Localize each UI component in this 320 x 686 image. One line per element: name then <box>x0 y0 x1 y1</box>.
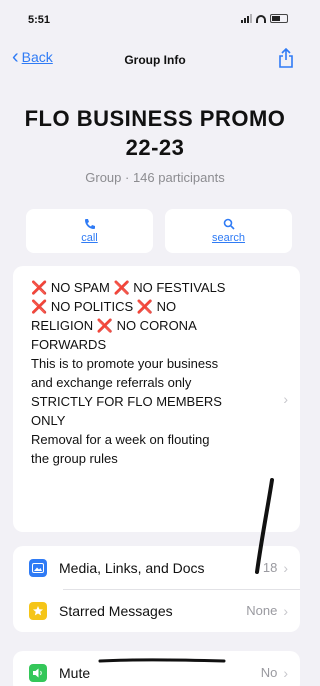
phone-icon <box>84 219 95 229</box>
chevron-right-icon: › <box>283 602 288 619</box>
group-description[interactable]: ❌ NO SPAM ❌ NO FESTIVALS ❌ NO POLITICS ❌… <box>13 266 300 532</box>
mute-label: Mute <box>59 664 91 681</box>
share-icon[interactable] <box>278 48 294 68</box>
page-title: Group Info <box>124 53 186 67</box>
status-time: 5:51 <box>28 14 51 26</box>
call-button[interactable]: call <box>26 209 153 253</box>
chevron-right-icon: › <box>283 559 288 576</box>
starred-label: Starred Messages <box>59 602 173 619</box>
starred-messages-row[interactable]: Starred Messages None › <box>13 589 300 632</box>
search-icon <box>223 218 235 230</box>
navigation-bar: ‹ Back Group Info <box>0 44 310 74</box>
media-label: Media, Links, and Docs <box>59 559 205 576</box>
speaker-icon <box>29 663 47 682</box>
media-starred-group: Media, Links, and Docs 18 › Starred Mess… <box>13 546 300 632</box>
starred-value: None <box>246 603 278 618</box>
signal-icon <box>241 14 252 23</box>
cross-icon: ❌ <box>136 299 153 314</box>
photo-icon <box>29 558 47 577</box>
status-bar: 5:51 <box>0 0 310 34</box>
chevron-right-icon: › <box>283 664 288 681</box>
chevron-right-icon: › <box>283 391 288 407</box>
wifi-icon <box>256 14 266 23</box>
group-name: FLO BUSINESS PROMO 22-23 <box>24 106 286 160</box>
mute-group: Mute No › <box>13 651 300 686</box>
media-count: 18 <box>262 560 278 575</box>
search-button[interactable]: search <box>165 209 292 253</box>
star-icon <box>29 601 47 620</box>
group-actions: call search <box>26 209 292 253</box>
media-links-docs-row[interactable]: Media, Links, and Docs 18 › <box>13 546 300 589</box>
cross-icon: ❌ <box>113 280 130 295</box>
mute-value: No <box>260 665 278 680</box>
battery-icon <box>270 14 288 23</box>
group-subtitle: Group · 146 participants <box>85 170 225 185</box>
cross-icon: ❌ <box>96 318 113 333</box>
mute-row[interactable]: Mute No › <box>13 651 300 686</box>
cross-icon: ❌ <box>31 299 48 314</box>
call-label: call <box>81 232 98 244</box>
cross-icon: ❌ <box>31 280 48 295</box>
search-label: search <box>211 232 246 244</box>
